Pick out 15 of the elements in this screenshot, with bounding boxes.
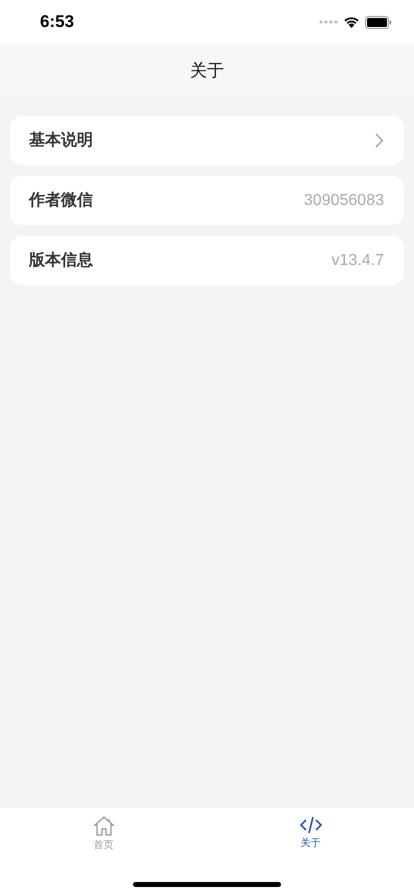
row-label: 基本说明	[29, 130, 93, 151]
chevron-right-icon	[375, 133, 384, 148]
list-row[interactable]: 基本说明	[10, 116, 404, 165]
status-time: 6:53	[40, 12, 74, 32]
home-icon	[92, 816, 114, 836]
wifi-icon	[343, 16, 360, 28]
signal-icon	[319, 20, 338, 24]
code-icon	[300, 816, 322, 834]
tab[interactable]: 关于	[207, 816, 414, 852]
row-label: 作者微信	[29, 190, 93, 211]
row-label: 版本信息	[29, 250, 93, 271]
page-title: 关于	[190, 60, 224, 82]
battery-icon	[365, 16, 392, 28]
row-value: v13.4.7	[332, 252, 384, 270]
row-value: 309056083	[304, 192, 384, 210]
